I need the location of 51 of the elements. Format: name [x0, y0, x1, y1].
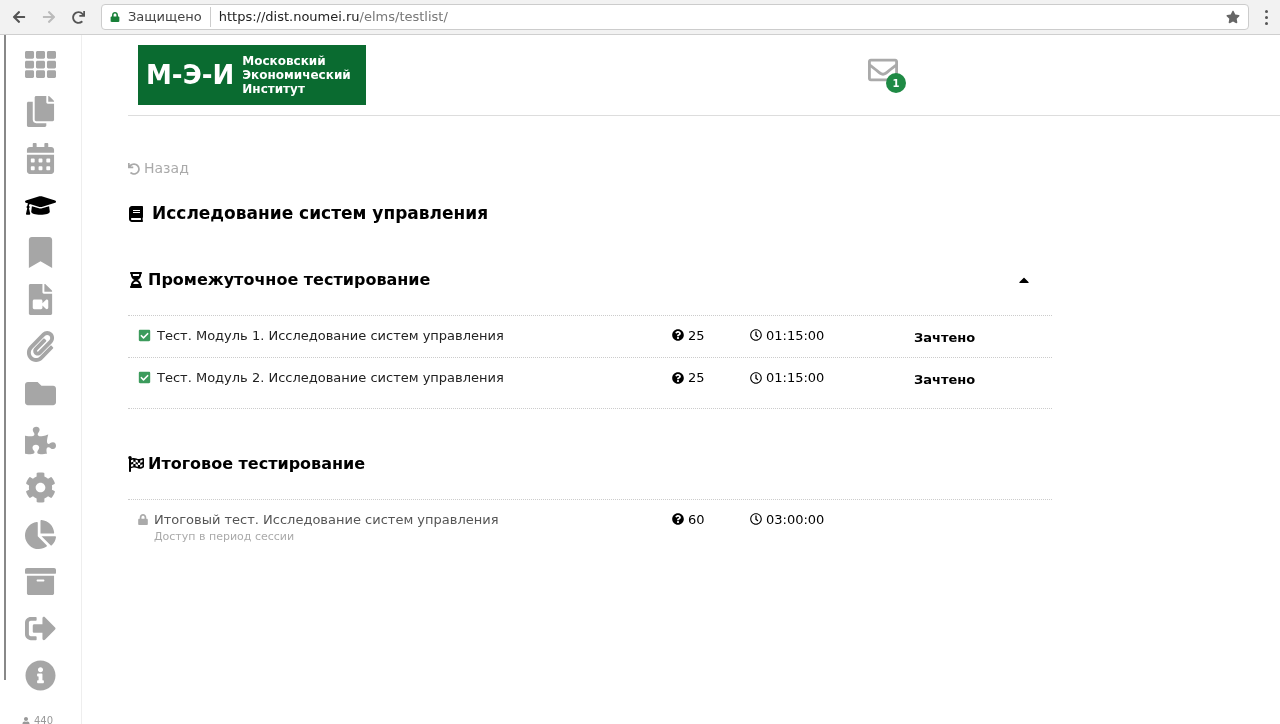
question-count: 60 — [688, 510, 705, 529]
settings-icon[interactable] — [25, 472, 56, 503]
course-title: Исследование систем управления — [152, 202, 489, 225]
book-icon — [128, 205, 144, 222]
test-name[interactable]: Тест. Модуль 2. Исследование систем управления — [157, 368, 504, 388]
paperclip-icon[interactable] — [25, 331, 56, 362]
hourglass-icon — [128, 271, 144, 288]
clock-icon — [750, 371, 762, 384]
user-icon — [22, 716, 30, 724]
back-icon[interactable] — [12, 10, 26, 24]
archive-icon[interactable] — [25, 566, 56, 597]
test-status: Зачтено — [914, 328, 976, 347]
checkered-flag-icon — [128, 455, 144, 472]
question-icon — [672, 371, 684, 384]
menu-icon[interactable] — [1265, 9, 1268, 25]
access-note: Доступ в период сессии — [153, 529, 296, 545]
section-title: Итоговое тестирование — [148, 452, 366, 475]
address-bar[interactable]: Защищено https://dist.noumei.ru/elms/testlist/ — [101, 4, 1249, 30]
user-count: 440 — [34, 714, 54, 724]
check-icon — [138, 328, 151, 342]
grid-icon[interactable] — [25, 49, 56, 80]
clock-icon — [750, 329, 762, 342]
documents-icon[interactable] — [25, 96, 56, 127]
question-icon — [672, 513, 684, 526]
question-icon — [672, 329, 684, 342]
test-duration: 03:00:00 — [766, 510, 825, 529]
back-arrow-icon — [128, 162, 140, 175]
message-count-badge: 1 — [886, 73, 906, 93]
test-duration: 01:15:00 — [766, 369, 825, 387]
lock-icon — [138, 513, 148, 525]
forward-icon[interactable] — [42, 10, 56, 24]
section-title: Промежуточное тестирование — [148, 268, 431, 291]
logo-mark: М-Э-И — [146, 58, 235, 92]
lock-icon — [110, 12, 120, 22]
check-icon — [138, 371, 151, 385]
test-name[interactable]: Тест. Модуль 1. Исследование систем управления — [157, 325, 504, 345]
question-count: 25 — [688, 326, 705, 345]
secure-label: Защищено — [128, 7, 211, 27]
question-count: 25 — [688, 369, 705, 387]
logo-text: Московский Экономический Институт — [242, 54, 351, 96]
reload-icon[interactable] — [72, 10, 85, 24]
test-status: Зачтено — [914, 371, 976, 389]
bookmark-star-icon[interactable] — [1226, 10, 1240, 24]
info-icon[interactable] — [25, 660, 56, 691]
test-duration: 01:15:00 — [766, 326, 825, 345]
pie-chart-icon[interactable] — [25, 519, 56, 550]
clock-icon — [750, 513, 762, 526]
calendar-icon[interactable] — [25, 143, 56, 174]
puzzle-icon[interactable] — [25, 425, 56, 456]
test-name[interactable]: Итоговый тест. Исследование систем управления — [154, 509, 499, 529]
url-text: https://dist.noumei.ru/elms/testlist/ — [218, 8, 448, 27]
